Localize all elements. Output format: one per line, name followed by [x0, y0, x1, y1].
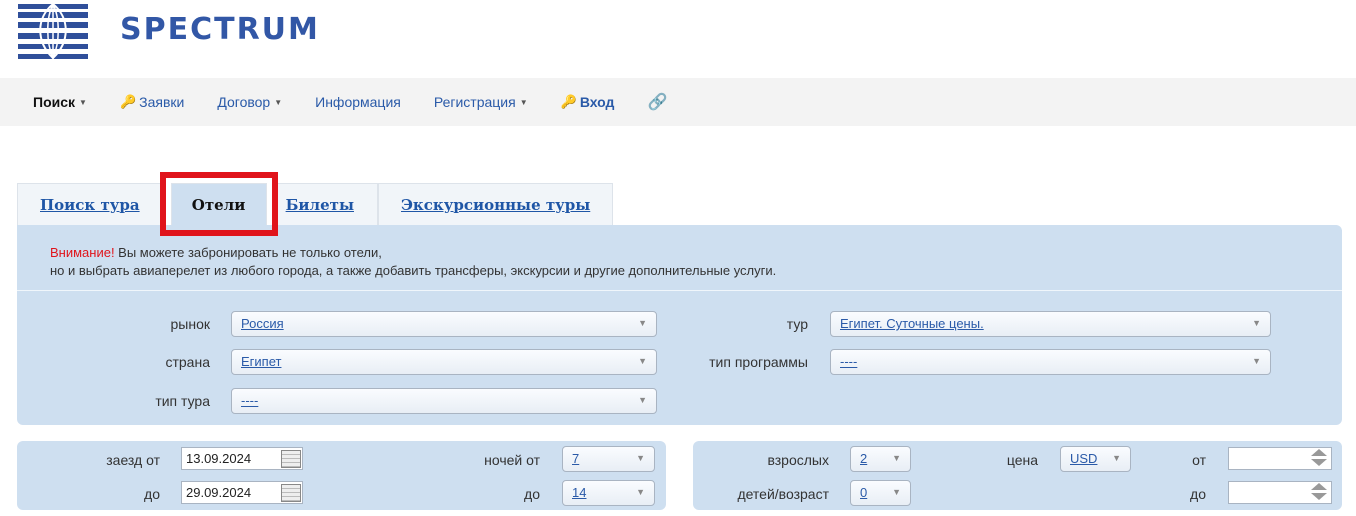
nav-label: Заявки [139, 94, 185, 110]
tour-value: Египет. Суточные цены. [840, 316, 984, 331]
key-icon: 🔑 [119, 94, 137, 109]
nav-item-search[interactable]: Поиск ▼ [33, 94, 87, 110]
spinner-icon[interactable] [1308, 481, 1330, 503]
market-select[interactable]: Россия ▼ [231, 311, 657, 337]
program-type-label: тип программы [709, 354, 808, 370]
country-value: Египет [241, 354, 282, 369]
nav-label: Вход [579, 94, 615, 110]
price-from-label: от [1192, 452, 1206, 468]
tab-tour-search[interactable]: Поиск тура [17, 183, 163, 225]
notice-line2: но и выбрать авиаперелет из любого город… [50, 263, 777, 278]
chevron-down-icon: ▼ [636, 453, 645, 463]
currency-select[interactable]: USD ▼ [1060, 446, 1131, 472]
chevron-down-icon: ▼ [638, 356, 647, 366]
checkin-from-value: 13.09.2024 [186, 451, 252, 466]
tour-type-label: тип тура [155, 393, 210, 409]
nights-from-label: ночей от [484, 452, 540, 468]
nav-label: Регистрация [433, 94, 516, 110]
market-label: рынок [170, 316, 211, 332]
tour-type-select[interactable]: ---- ▼ [231, 388, 657, 414]
notice-line1: Вы можете забронировать не только отели, [114, 245, 382, 260]
checkin-to-value: 29.09.2024 [186, 485, 252, 500]
caret-down-icon: ▼ [274, 97, 283, 107]
price-to-label: до [1190, 486, 1206, 502]
tab-excursion-tours[interactable]: Экскурсионные туры [378, 183, 614, 225]
chevron-down-icon: ▼ [892, 487, 901, 497]
tour-select[interactable]: Египет. Суточные цены. ▼ [830, 311, 1271, 337]
caret-down-icon: ▼ [519, 97, 528, 107]
brand-name: SPECTRUM [120, 12, 320, 47]
nav-item-contract[interactable]: Договор ▼ [217, 94, 282, 110]
panel-divider [17, 290, 1342, 291]
program-type-value: ---- [840, 354, 858, 369]
tour-type-value: ---- [241, 393, 259, 408]
caret-down-icon: ▼ [79, 97, 87, 107]
chevron-down-icon: ▼ [892, 453, 901, 463]
tour-label: тур [786, 316, 808, 332]
search-tabs: Поиск тура Отели Билеты Экскурсионные ту… [17, 172, 614, 236]
country-label: страна [165, 354, 210, 370]
notice-text: Внимание! Вы можете забронировать не тол… [50, 244, 776, 280]
chevron-down-icon: ▼ [1112, 453, 1121, 463]
nights-to-select[interactable]: 14 ▼ [562, 480, 655, 506]
chevron-down-icon: ▼ [636, 487, 645, 497]
nav-item-link[interactable]: 🔗 [647, 92, 667, 112]
brand-logo[interactable]: SPECTRUM [16, 0, 318, 60]
chevron-down-icon: ▼ [638, 395, 647, 405]
children-select[interactable]: 0 ▼ [850, 480, 911, 506]
adults-select[interactable]: 2 ▼ [850, 446, 911, 472]
chevron-down-icon: ▼ [1252, 318, 1261, 328]
spectrum-globe-logo-icon [16, 0, 90, 60]
notice-warning: Внимание! [50, 245, 115, 260]
nights-from-value: 7 [572, 451, 580, 466]
main-nav: Поиск ▼ 🔑 Заявки Договор ▼ Информация Ре… [0, 78, 1356, 126]
price-label: цена [1006, 452, 1038, 468]
nights-to-label: до [524, 486, 540, 502]
nav-item-requests[interactable]: 🔑 Заявки [120, 94, 184, 110]
calendar-icon[interactable] [281, 450, 301, 468]
chevron-down-icon: ▼ [1252, 356, 1261, 366]
nav-label: Поиск [33, 94, 76, 110]
nav-item-registration[interactable]: Регистрация ▼ [434, 94, 528, 110]
key-icon: 🔑 [560, 94, 577, 109]
adults-label: взрослых [767, 452, 829, 468]
checkin-from-label: заезд от [106, 452, 160, 468]
adults-value: 2 [860, 451, 868, 466]
checkin-to-label: до [144, 486, 160, 502]
program-type-select[interactable]: ---- ▼ [830, 349, 1271, 375]
children-value: 0 [860, 485, 868, 500]
nav-item-info[interactable]: Информация [315, 94, 401, 110]
market-value: Россия [241, 316, 284, 331]
spinner-icon[interactable] [1308, 447, 1330, 469]
link-icon: 🔗 [647, 94, 668, 111]
children-label: детей/возраст [737, 486, 829, 502]
currency-value: USD [1070, 451, 1098, 466]
calendar-icon[interactable] [281, 484, 301, 502]
nights-to-value: 14 [572, 485, 587, 500]
nav-label: Договор [217, 94, 271, 110]
tab-tickets[interactable]: Билеты [272, 183, 378, 225]
nights-from-select[interactable]: 7 ▼ [562, 446, 655, 472]
chevron-down-icon: ▼ [638, 318, 647, 328]
nav-label: Информация [315, 94, 401, 110]
country-select[interactable]: Египет ▼ [231, 349, 657, 375]
tab-hotels[interactable]: Отели [159, 172, 278, 236]
nav-item-login[interactable]: 🔑 Вход [561, 94, 615, 110]
